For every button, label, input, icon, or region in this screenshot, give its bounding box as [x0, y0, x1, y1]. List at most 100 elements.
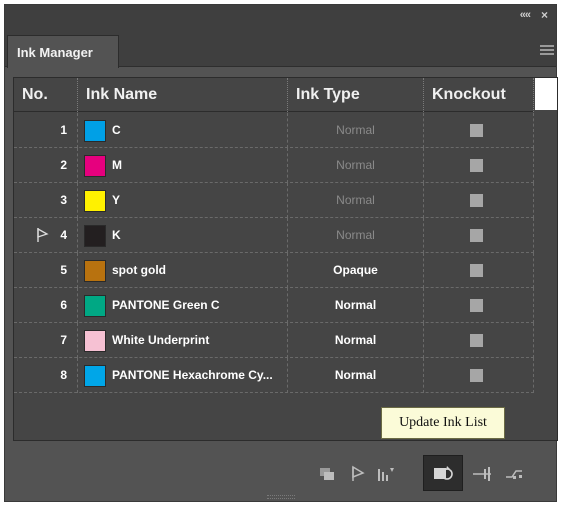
table-row[interactable]: 1 C Normal	[14, 113, 534, 148]
ink-swatch	[84, 295, 106, 317]
panel-menu-icon[interactable]	[540, 45, 554, 57]
table-row[interactable]: 5 spot gold Opaque	[14, 253, 534, 288]
row-number: 3	[60, 193, 67, 207]
cell-ink-type[interactable]: Normal	[288, 183, 424, 218]
cell-knockout	[424, 358, 534, 393]
ink-name: Y	[112, 193, 121, 207]
cell-ink-type[interactable]: Normal	[288, 358, 424, 393]
cell-no: 2	[14, 148, 78, 183]
cell-ink-name: White Underprint	[78, 323, 288, 358]
flag-icon	[37, 227, 49, 242]
link-icon[interactable]	[503, 463, 525, 485]
row-number: 4	[60, 228, 67, 242]
knockout-checkbox[interactable]	[470, 369, 483, 382]
ink-table: No. Ink Name Ink Type Knockout 1 C Normal 2…	[13, 77, 558, 441]
panel-toolbar	[5, 451, 556, 501]
knockout-checkbox[interactable]	[470, 264, 483, 277]
cell-ink-type[interactable]: Normal	[288, 323, 424, 358]
table-row[interactable]: 2 M Normal	[14, 148, 534, 183]
knockout-checkbox[interactable]	[470, 159, 483, 172]
ink-type: Normal	[336, 158, 375, 172]
cell-ink-name: PANTONE Hexachrome Cy...	[78, 358, 288, 393]
cell-ink-type[interactable]: Normal	[288, 148, 424, 183]
column-header-ink-name[interactable]: Ink Name	[78, 78, 288, 112]
collapse-icon[interactable]: ««	[520, 9, 531, 21]
flag-icon[interactable]	[347, 463, 369, 485]
knockout-checkbox[interactable]	[470, 299, 483, 312]
cell-ink-type[interactable]: Normal	[288, 288, 424, 323]
panel-titlebar: «« ×	[5, 5, 556, 27]
ink-type: Normal	[336, 193, 375, 207]
update-ink-list-icon[interactable]	[432, 463, 454, 485]
close-icon[interactable]: ×	[541, 8, 548, 22]
table-row[interactable]: 4 K Normal	[14, 218, 534, 253]
cell-ink-name: M	[78, 148, 288, 183]
knockout-checkbox[interactable]	[470, 334, 483, 347]
row-number: 7	[60, 333, 67, 347]
cell-no: 7	[14, 323, 78, 358]
ink-type: Normal	[334, 298, 377, 312]
cell-ink-name: Y	[78, 183, 288, 218]
scrollbar-thumb[interactable]	[535, 78, 557, 110]
cell-no: 3	[14, 183, 78, 218]
ink-layer-icon[interactable]	[317, 463, 339, 485]
ink-swatch	[84, 190, 106, 212]
ink-type: Normal	[334, 333, 377, 347]
cell-ink-name: PANTONE Green C	[78, 288, 288, 323]
ink-manager-panel: «« × Ink Manager No. Ink Name Ink Type K…	[4, 4, 558, 502]
cell-no: 6	[14, 288, 78, 323]
row-number: 2	[60, 158, 67, 172]
tab-ink-manager[interactable]: Ink Manager	[7, 35, 119, 68]
cell-knockout	[424, 148, 534, 183]
ink-name: White Underprint	[112, 333, 210, 347]
knockout-checkbox[interactable]	[470, 124, 483, 137]
column-header-knockout[interactable]: Knockout	[424, 78, 534, 112]
table-row[interactable]: 3 Y Normal	[14, 183, 534, 218]
row-number: 8	[60, 368, 67, 382]
resize-grip[interactable]	[267, 495, 295, 499]
row-number: 5	[60, 263, 67, 277]
cell-ink-name: spot gold	[78, 253, 288, 288]
panel-tabbar: Ink Manager	[5, 27, 556, 68]
ink-name: M	[112, 158, 122, 172]
column-header-ink-type[interactable]: Ink Type	[288, 78, 424, 112]
cell-no: 5	[14, 253, 78, 288]
ink-type: Normal	[334, 368, 377, 382]
cell-knockout	[424, 323, 534, 358]
ink-name: C	[112, 123, 121, 137]
knockout-checkbox[interactable]	[470, 194, 483, 207]
sort-icon[interactable]	[375, 463, 397, 485]
ink-name: PANTONE Hexachrome Cy...	[112, 368, 273, 382]
ink-name: spot gold	[112, 263, 166, 277]
split-icon[interactable]	[471, 463, 493, 485]
column-header-no[interactable]: No.	[14, 78, 78, 112]
table-header: No. Ink Name Ink Type Knockout	[14, 78, 534, 112]
ink-swatch	[84, 365, 106, 387]
cell-ink-type[interactable]: Normal	[288, 218, 424, 253]
ink-swatch	[84, 120, 106, 142]
ink-name: PANTONE Green C	[112, 298, 220, 312]
ink-type: Normal	[336, 228, 375, 242]
table-row[interactable]: 6 PANTONE Green C Normal	[14, 288, 534, 323]
ink-swatch	[84, 260, 106, 282]
cell-no: 1	[14, 113, 78, 148]
cell-knockout	[424, 183, 534, 218]
cell-knockout	[424, 113, 534, 148]
ink-swatch	[84, 155, 106, 177]
table-row[interactable]: 7 White Underprint Normal	[14, 323, 534, 358]
knockout-checkbox[interactable]	[470, 229, 483, 242]
ink-type: Opaque	[333, 263, 378, 277]
cell-knockout	[424, 288, 534, 323]
cell-ink-name: C	[78, 113, 288, 148]
cell-ink-name: K	[78, 218, 288, 253]
ink-type: Normal	[336, 123, 375, 137]
cell-knockout	[424, 253, 534, 288]
table-row[interactable]: 8 PANTONE Hexachrome Cy... Normal	[14, 358, 534, 393]
tooltip-update-ink-list: Update Ink List	[381, 407, 505, 439]
ink-swatch	[84, 330, 106, 352]
ink-name: K	[112, 228, 121, 242]
cell-ink-type[interactable]: Opaque	[288, 253, 424, 288]
cell-ink-type[interactable]: Normal	[288, 113, 424, 148]
cell-knockout	[424, 218, 534, 253]
cell-no: 8	[14, 358, 78, 393]
